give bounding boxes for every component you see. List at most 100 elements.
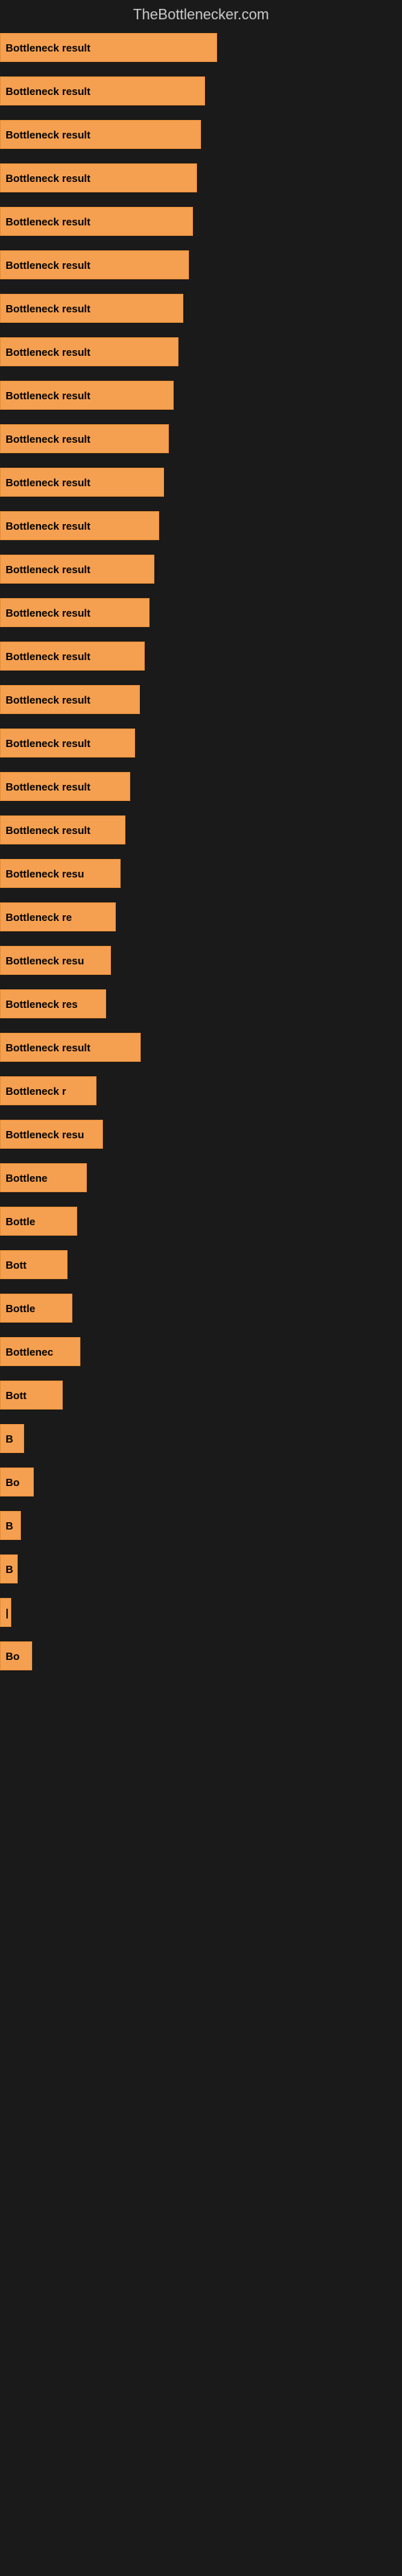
bar-label-14: Bottleneck result <box>6 607 90 619</box>
bottleneck-bar-26[interactable]: Bottleneck resu <box>0 1120 103 1149</box>
bar-label-28: Bottle <box>6 1216 35 1228</box>
bar-row-28: Bottle <box>0 1200 402 1242</box>
bottleneck-bar-10[interactable]: Bottleneck result <box>0 424 169 453</box>
site-title: TheBottlenecker.com <box>0 0 402 27</box>
bottleneck-bar-33[interactable]: B <box>0 1424 24 1453</box>
bottleneck-bar-3[interactable]: Bottleneck result <box>0 120 201 149</box>
bottleneck-bar-24[interactable]: Bottleneck result <box>0 1033 141 1062</box>
bottleneck-bar-2[interactable]: Bottleneck result <box>0 76 205 105</box>
bottleneck-bar-30[interactable]: Bottle <box>0 1294 72 1323</box>
bottleneck-bar-37[interactable]: | <box>0 1598 11 1627</box>
bar-label-20: Bottleneck resu <box>6 868 84 880</box>
bar-label-2: Bottleneck result <box>6 85 90 97</box>
bar-label-6: Bottleneck result <box>6 259 90 271</box>
bottleneck-bar-38[interactable]: Bo <box>0 1641 32 1670</box>
bottleneck-bar-25[interactable]: Bottleneck r <box>0 1076 96 1105</box>
bottleneck-bar-7[interactable]: Bottleneck result <box>0 294 183 323</box>
bar-label-29: Bott <box>6 1259 27 1271</box>
bar-row-27: Bottlene <box>0 1157 402 1199</box>
bottleneck-bar-29[interactable]: Bott <box>0 1250 68 1279</box>
bar-label-13: Bottleneck result <box>6 564 90 576</box>
bottleneck-bar-22[interactable]: Bottleneck resu <box>0 946 111 975</box>
bar-label-32: Bott <box>6 1389 27 1402</box>
bar-row-3: Bottleneck result <box>0 114 402 155</box>
bar-row-9: Bottleneck result <box>0 374 402 416</box>
bottleneck-bar-14[interactable]: Bottleneck result <box>0 598 150 627</box>
bar-row-38: Bo <box>0 1635 402 1677</box>
bottleneck-bar-23[interactable]: Bottleneck res <box>0 989 106 1018</box>
bottleneck-bar-21[interactable]: Bottleneck re <box>0 902 116 931</box>
bottleneck-bar-28[interactable]: Bottle <box>0 1207 77 1236</box>
bar-label-24: Bottleneck result <box>6 1042 90 1054</box>
bar-label-38: Bo <box>6 1650 19 1662</box>
bar-label-7: Bottleneck result <box>6 303 90 315</box>
bar-row-2: Bottleneck result <box>0 70 402 112</box>
bar-label-15: Bottleneck result <box>6 650 90 663</box>
bar-label-31: Bottlenec <box>6 1346 53 1358</box>
bar-label-33: B <box>6 1433 13 1445</box>
bottleneck-bar-15[interactable]: Bottleneck result <box>0 642 145 671</box>
bar-row-16: Bottleneck result <box>0 679 402 720</box>
bar-row-18: Bottleneck result <box>0 766 402 807</box>
bar-row-23: Bottleneck res <box>0 983 402 1025</box>
bar-row-36: B <box>0 1548 402 1590</box>
bar-label-11: Bottleneck result <box>6 477 90 489</box>
bottleneck-bar-1[interactable]: Bottleneck result <box>0 33 217 62</box>
bar-label-34: Bo <box>6 1476 19 1488</box>
bar-row-25: Bottleneck r <box>0 1070 402 1112</box>
bottleneck-bar-32[interactable]: Bott <box>0 1381 63 1410</box>
bar-label-35: B <box>6 1520 13 1532</box>
bar-row-17: Bottleneck result <box>0 722 402 764</box>
bar-label-4: Bottleneck result <box>6 172 90 184</box>
bottleneck-bar-5[interactable]: Bottleneck result <box>0 207 193 236</box>
bar-row-21: Bottleneck re <box>0 896 402 938</box>
bar-row-32: Bott <box>0 1374 402 1416</box>
bar-row-24: Bottleneck result <box>0 1026 402 1068</box>
bar-row-35: B <box>0 1505 402 1546</box>
bar-row-10: Bottleneck result <box>0 418 402 460</box>
bottleneck-bar-20[interactable]: Bottleneck resu <box>0 859 121 888</box>
bar-label-3: Bottleneck result <box>6 129 90 141</box>
bar-label-1: Bottleneck result <box>6 42 90 54</box>
bar-row-20: Bottleneck resu <box>0 852 402 894</box>
bottleneck-bar-36[interactable]: B <box>0 1554 18 1583</box>
bar-row-13: Bottleneck result <box>0 548 402 590</box>
bar-label-17: Bottleneck result <box>6 737 90 749</box>
bar-label-22: Bottleneck resu <box>6 955 84 967</box>
bottleneck-bar-17[interactable]: Bottleneck result <box>0 729 135 758</box>
bottleneck-bar-6[interactable]: Bottleneck result <box>0 250 189 279</box>
bottleneck-bar-19[interactable]: Bottleneck result <box>0 815 125 844</box>
bar-row-29: Bott <box>0 1244 402 1286</box>
bar-row-19: Bottleneck result <box>0 809 402 851</box>
bar-label-23: Bottleneck res <box>6 998 78 1010</box>
bar-label-19: Bottleneck result <box>6 824 90 836</box>
bar-row-6: Bottleneck result <box>0 244 402 286</box>
bar-row-4: Bottleneck result <box>0 157 402 199</box>
bar-label-5: Bottleneck result <box>6 216 90 228</box>
bar-row-7: Bottleneck result <box>0 287 402 329</box>
bar-row-26: Bottleneck resu <box>0 1113 402 1155</box>
bottleneck-bar-8[interactable]: Bottleneck result <box>0 337 178 366</box>
bottleneck-bar-16[interactable]: Bottleneck result <box>0 685 140 714</box>
bar-row-34: Bo <box>0 1461 402 1503</box>
bottleneck-bar-31[interactable]: Bottlenec <box>0 1337 80 1366</box>
bottleneck-bar-13[interactable]: Bottleneck result <box>0 555 154 584</box>
bar-label-27: Bottlene <box>6 1172 47 1184</box>
bar-row-37: | <box>0 1591 402 1633</box>
bottleneck-bar-12[interactable]: Bottleneck result <box>0 511 159 540</box>
bottleneck-bar-34[interactable]: Bo <box>0 1468 34 1496</box>
bar-row-31: Bottlenec <box>0 1331 402 1373</box>
bottleneck-bar-35[interactable]: B <box>0 1511 21 1540</box>
bottleneck-bar-9[interactable]: Bottleneck result <box>0 381 174 410</box>
bar-label-37: | <box>6 1607 9 1619</box>
bottleneck-bar-27[interactable]: Bottlene <box>0 1163 87 1192</box>
bar-label-30: Bottle <box>6 1302 35 1315</box>
bottleneck-bar-4[interactable]: Bottleneck result <box>0 163 197 192</box>
bar-label-12: Bottleneck result <box>6 520 90 532</box>
bar-label-21: Bottleneck re <box>6 911 72 923</box>
bar-label-18: Bottleneck result <box>6 781 90 793</box>
bottleneck-bar-18[interactable]: Bottleneck result <box>0 772 130 801</box>
bottleneck-bar-11[interactable]: Bottleneck result <box>0 468 164 497</box>
bar-label-10: Bottleneck result <box>6 433 90 445</box>
bar-row-5: Bottleneck result <box>0 200 402 242</box>
